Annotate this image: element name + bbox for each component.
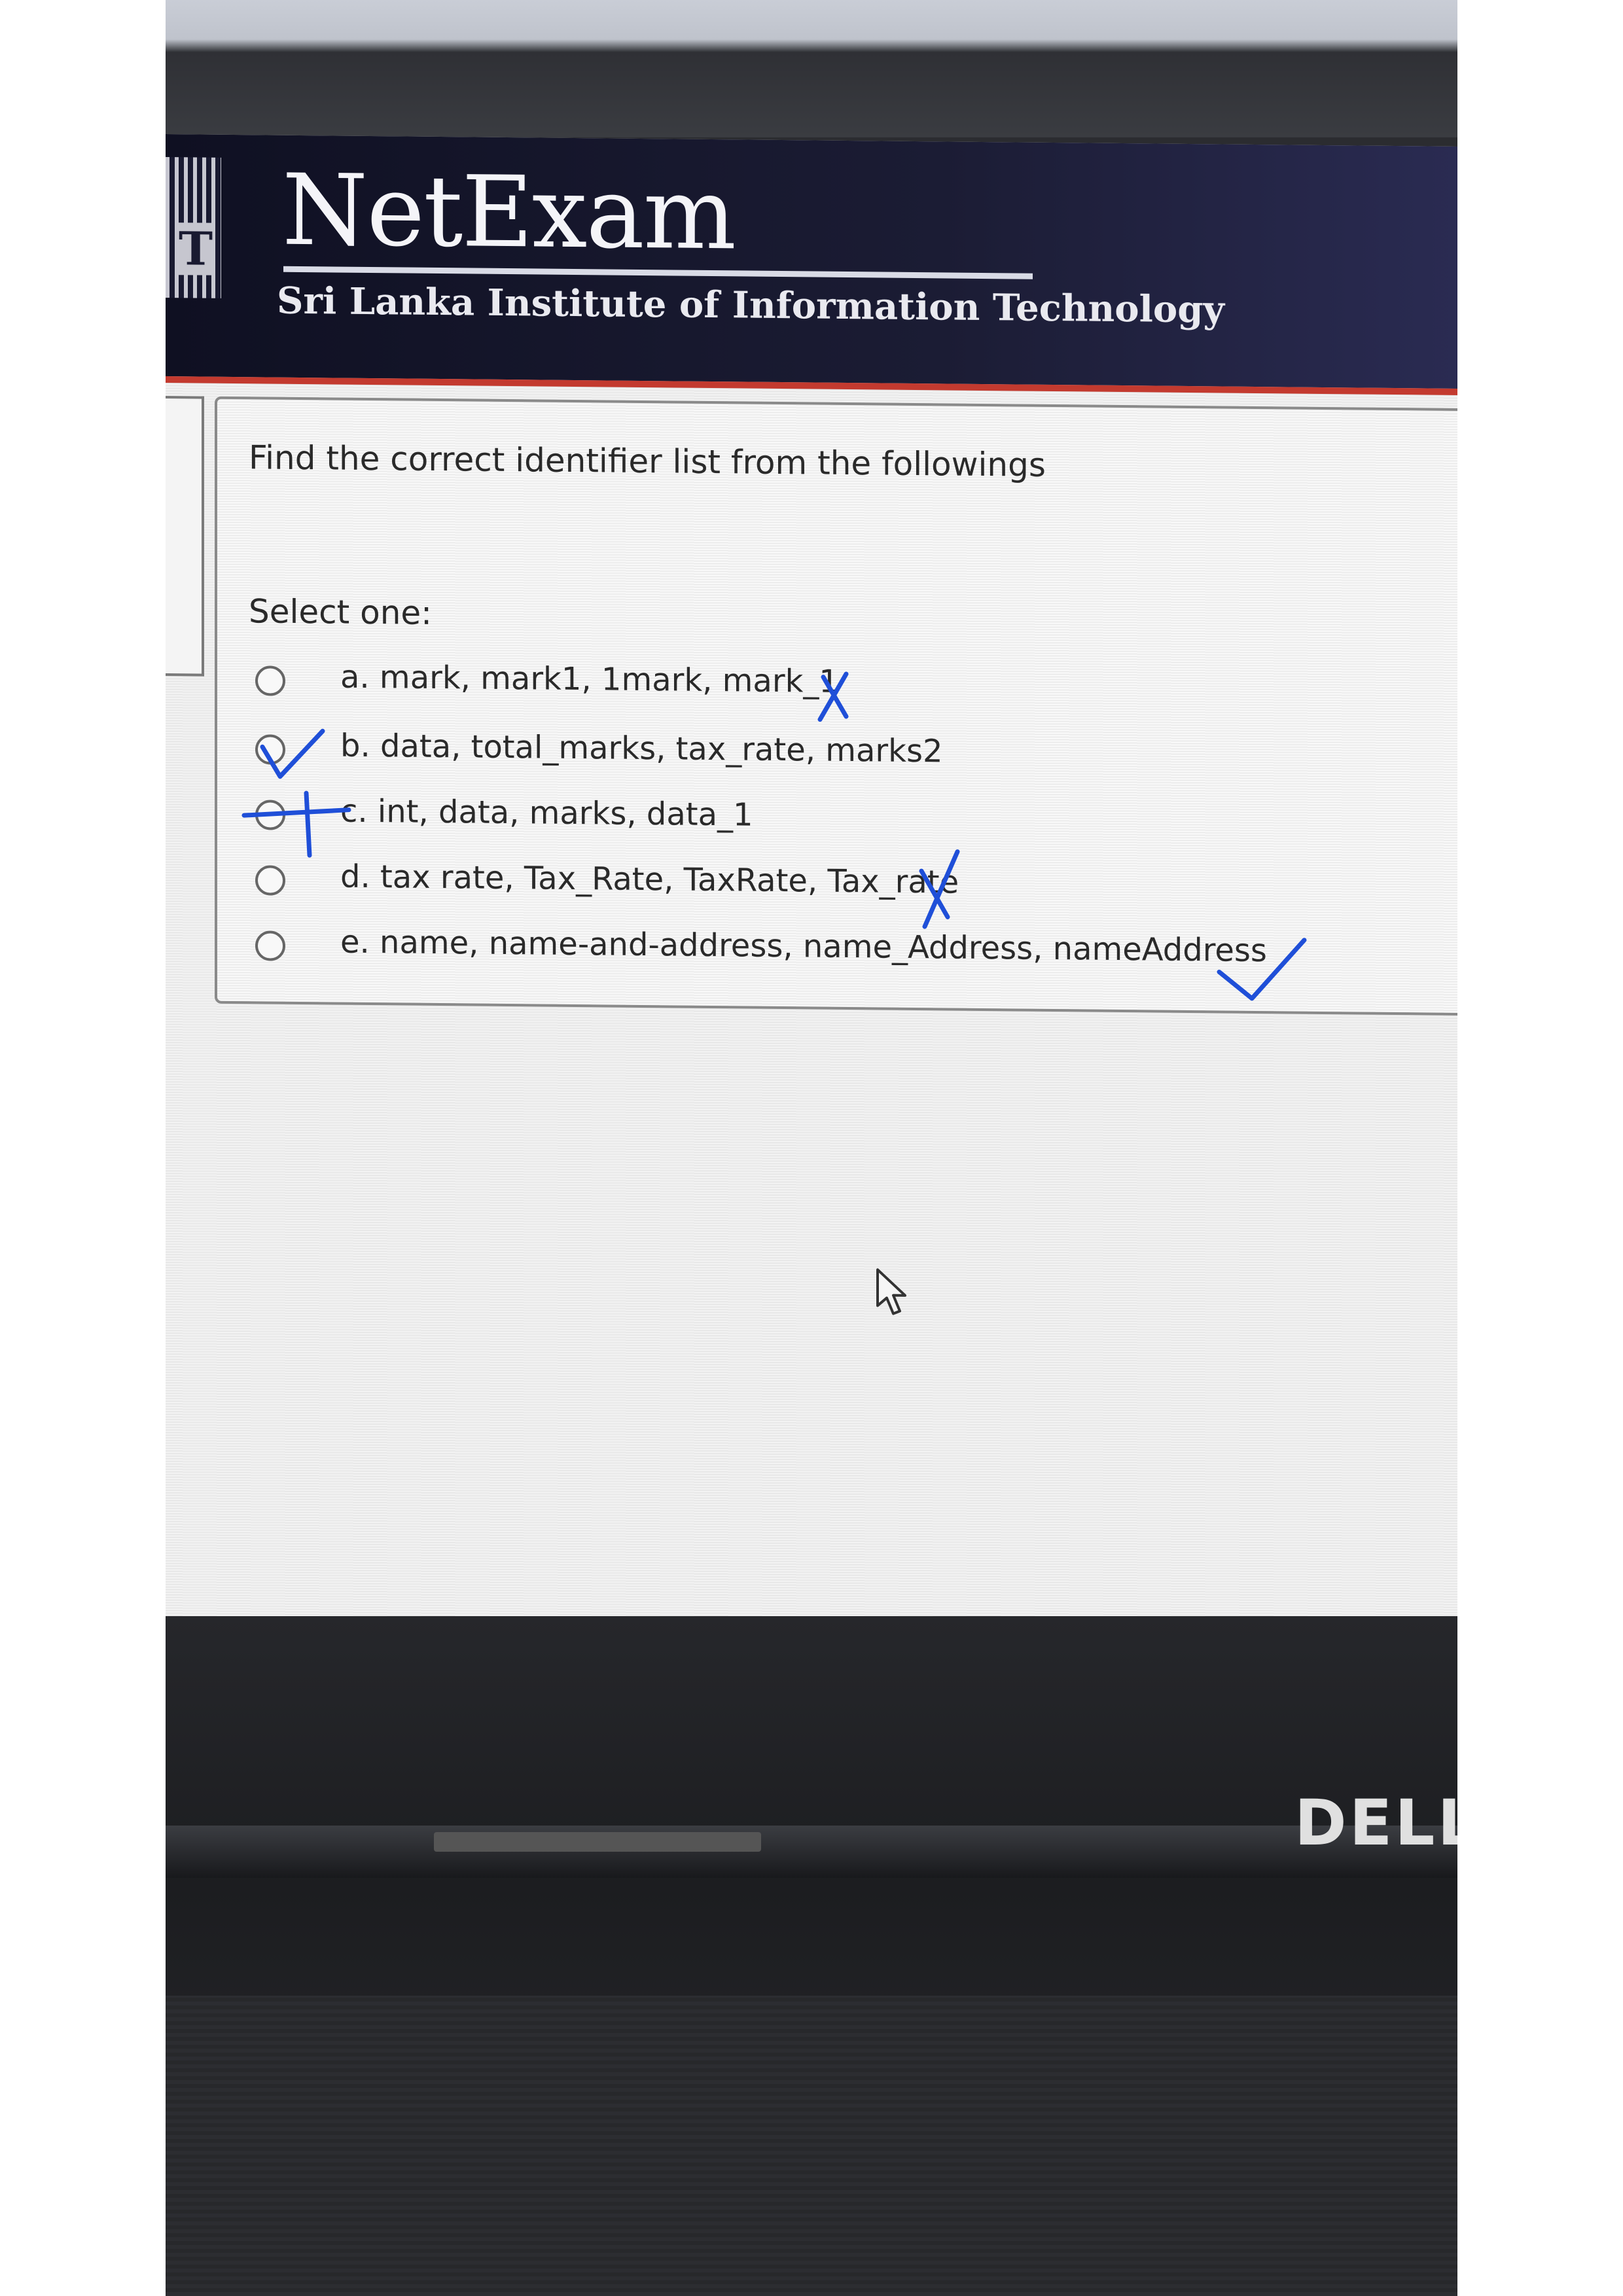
option-c[interactable]: c. int, data, marks, data_1: [255, 792, 1368, 848]
radio-button[interactable]: [255, 865, 285, 896]
option-a[interactable]: a. mark, mark1, 1mark, mark_1: [255, 658, 1368, 714]
logo-icon: T: [166, 157, 221, 298]
page-header: T NetExam Sri Lanka Institute of Informa…: [166, 134, 1457, 395]
logo-letter: T: [179, 221, 213, 276]
bezel-edge: [166, 1826, 1457, 1878]
mouse-pointer-icon: [876, 1268, 906, 1315]
option-b[interactable]: b. data, total_marks, tax_rate, marks2: [255, 726, 1368, 783]
laptop-base: [166, 1996, 1457, 2296]
brand-logo: DELL: [1294, 1786, 1457, 1860]
option-label: c. int, data, marks, data_1: [340, 792, 753, 834]
bezel-hinge: [434, 1832, 761, 1852]
monitor-screen: T NetExam Sri Lanka Institute of Informa…: [166, 134, 1457, 1730]
option-e[interactable]: e. name, name-and-address, name_Address,…: [255, 923, 1368, 979]
radio-button[interactable]: [255, 800, 285, 830]
select-one-label: Select one:: [249, 592, 433, 632]
option-label: b. data, total_marks, tax_rate, marks2: [340, 727, 943, 770]
app-title: NetExam: [282, 153, 736, 272]
radio-button[interactable]: [255, 665, 285, 696]
monitor-top-bezel: [166, 52, 1457, 137]
option-label: d. tax rate, Tax_Rate, TaxRate, Tax_rate: [340, 858, 959, 901]
photo: T NetExam Sri Lanka Institute of Informa…: [166, 0, 1457, 2296]
side-panel: [166, 396, 204, 677]
radio-button[interactable]: [255, 930, 285, 961]
radio-button[interactable]: [255, 734, 285, 765]
option-label: a. mark, mark1, 1mark, mark_1: [340, 658, 839, 700]
institute-name: Sri Lanka Institute of Information Techn…: [277, 279, 1224, 332]
question-prompt: Find the correct identifier list from th…: [249, 438, 1046, 484]
option-d[interactable]: d. tax rate, Tax_Rate, TaxRate, Tax_rate: [255, 857, 1368, 913]
question-card: Find the correct identifier list from th…: [215, 396, 1457, 1016]
option-label: e. name, name-and-address, name_Address,…: [340, 923, 1267, 970]
